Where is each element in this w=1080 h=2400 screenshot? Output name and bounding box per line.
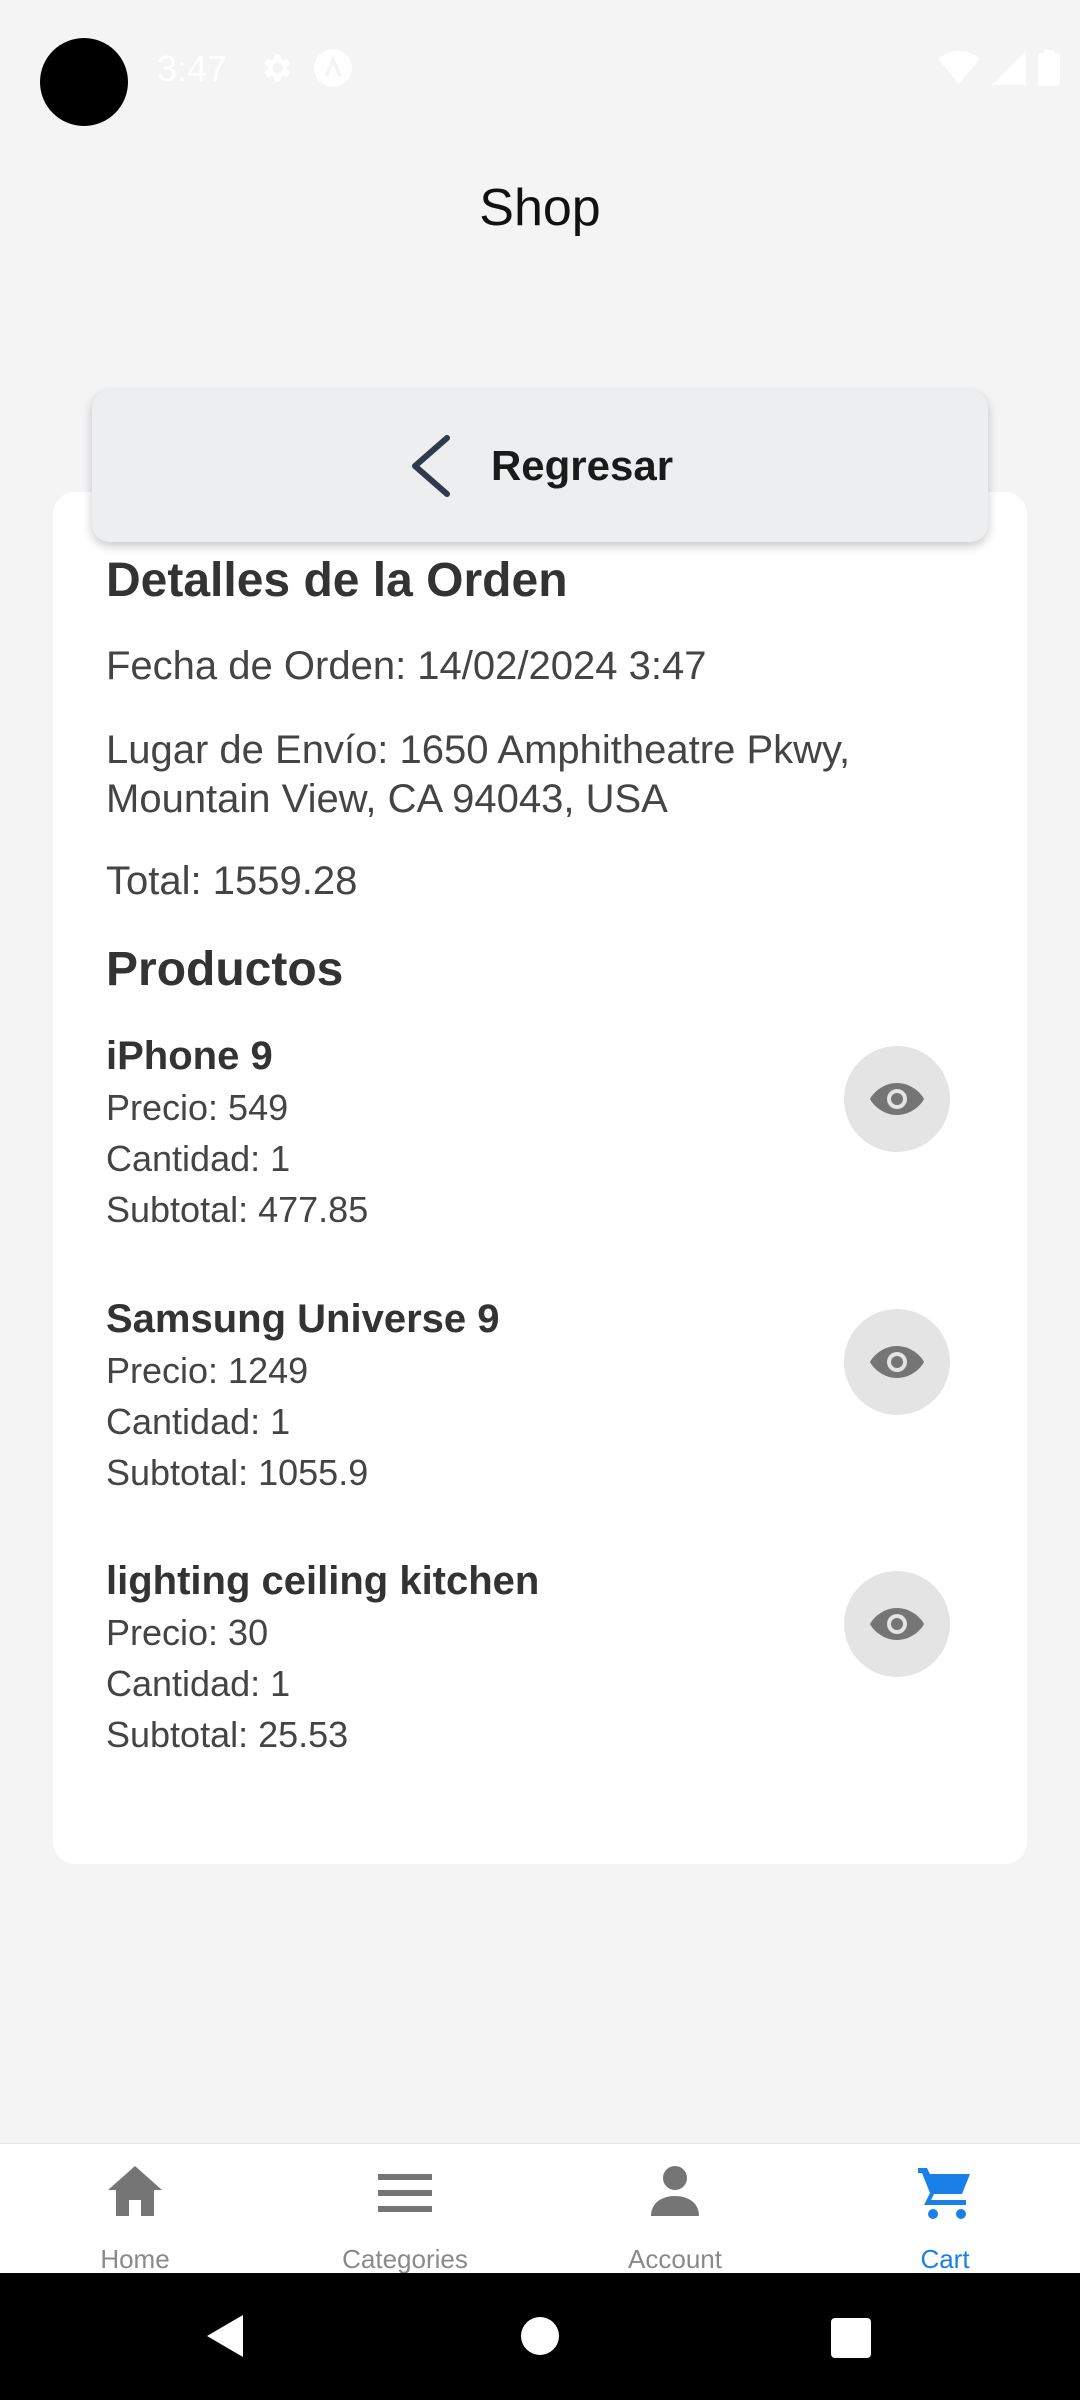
nav-account[interactable]: Account xyxy=(540,2144,810,2274)
settings-icon xyxy=(264,54,291,82)
back-button-label: Regresar xyxy=(490,442,674,489)
shipping-address-line1: Lugar de Envío: 1650 Amphitheatre Pkwy, xyxy=(106,728,851,772)
nav-cart-label: Cart xyxy=(920,2244,970,2274)
home-icon xyxy=(108,2166,162,2216)
nav-home-label: Home xyxy=(100,2244,170,2274)
product-item: Samsung Universe 9 Precio: 1249 Cantidad… xyxy=(106,1293,986,1493)
bottom-navigation: Home Categories Account Cart xyxy=(0,2143,1080,2274)
nav-categories-label: Categories xyxy=(342,2244,468,2274)
system-back-icon[interactable] xyxy=(205,2313,245,2359)
battery-icon xyxy=(1038,50,1060,86)
product-quantity: Cantidad: 1 xyxy=(106,1401,291,1442)
eye-icon xyxy=(870,1346,924,1378)
order-date: Fecha de Orden: 14/02/2024 3:47 xyxy=(106,644,707,688)
view-product-button[interactable] xyxy=(844,1309,950,1415)
product-subtotal: Subtotal: 1055.9 xyxy=(106,1452,369,1493)
nav-categories[interactable]: Categories xyxy=(270,2144,540,2274)
system-home-button[interactable] xyxy=(521,2317,559,2355)
cart-icon xyxy=(918,2168,970,2219)
status-time: 3:47 xyxy=(157,48,228,89)
chevron-left-icon xyxy=(411,435,450,497)
app-notification-icon xyxy=(314,49,352,87)
status-bar: 3:47 xyxy=(0,0,1080,130)
eye-icon xyxy=(870,1083,924,1115)
order-details-heading: Detalles de la Orden xyxy=(106,554,568,607)
nav-account-label: Account xyxy=(628,2244,722,2274)
eye-icon xyxy=(870,1608,924,1640)
view-product-button[interactable] xyxy=(844,1046,950,1152)
product-item: lighting ceiling kitchen Precio: 30 Cant… xyxy=(106,1555,986,1755)
product-subtotal: Subtotal: 477.85 xyxy=(106,1189,369,1230)
wifi-icon xyxy=(938,51,980,84)
system-navigation-bar xyxy=(0,2273,1080,2400)
product-item: iPhone 9 Precio: 549 Cantidad: 1 Subtota… xyxy=(106,1030,986,1230)
person-icon xyxy=(651,2166,699,2216)
product-quantity: Cantidad: 1 xyxy=(106,1138,291,1179)
order-total: Total: 1559.28 xyxy=(106,859,358,903)
menu-icon xyxy=(378,2174,432,2212)
signal-icon xyxy=(992,51,1026,85)
back-button[interactable]: Regresar xyxy=(92,390,988,542)
nav-cart[interactable]: Cart xyxy=(810,2144,1080,2274)
nav-home[interactable]: Home xyxy=(0,2144,270,2274)
app-title: Shop xyxy=(479,179,601,237)
product-quantity: Cantidad: 1 xyxy=(106,1663,291,1704)
system-recents-button[interactable] xyxy=(831,2318,871,2358)
camera-cutout xyxy=(40,38,128,126)
shipping-address-line2: Mountain View, CA 94043, USA xyxy=(106,777,668,821)
view-product-button[interactable] xyxy=(844,1571,950,1677)
product-subtotal: Subtotal: 25.53 xyxy=(106,1714,349,1755)
products-heading: Productos xyxy=(106,943,344,996)
